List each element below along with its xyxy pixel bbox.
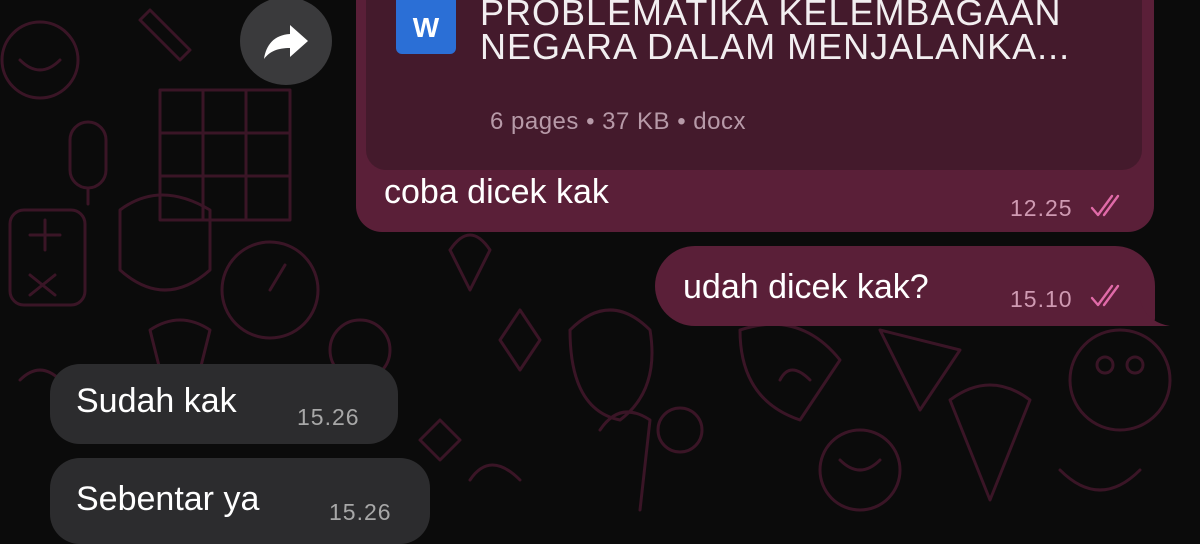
file-icon-letter: W: [412, 12, 440, 43]
message-time: 15.26: [297, 404, 360, 430]
incoming-message-bubble[interactable]: Sebentar ya 15.26: [50, 458, 430, 544]
double-check-icon: [1090, 194, 1120, 217]
document-title-line2: NEGARA DALAM MENJALANKA...: [480, 26, 1071, 67]
bubble-tail: [1140, 300, 1170, 326]
word-document-icon: W: [396, 0, 456, 54]
incoming-message-bubble[interactable]: Sudah kak 15.26: [50, 364, 398, 444]
document-message-bubble[interactable]: W PROBLEMATIKA KELEMBAGAAN NEGARA DALAM …: [356, 0, 1154, 232]
message-text: Sebentar ya: [76, 480, 260, 518]
message-time: 12.25: [1010, 195, 1073, 221]
double-check-icon: [1090, 284, 1120, 307]
forward-button[interactable]: [240, 0, 332, 85]
document-meta: 6 pages • 37 KB • docx: [490, 108, 746, 135]
document-caption: coba dicek kak: [384, 173, 609, 211]
message-time: 15.10: [1010, 286, 1073, 312]
outgoing-message-bubble[interactable]: udah dicek kak? 15.10: [655, 246, 1155, 326]
forward-arrow-icon: [264, 25, 308, 59]
message-time: 15.26: [329, 499, 392, 525]
document-attachment[interactable]: W PROBLEMATIKA KELEMBAGAAN NEGARA DALAM …: [366, 0, 1142, 170]
message-text: Sudah kak: [76, 382, 237, 420]
message-text: udah dicek kak?: [683, 268, 929, 306]
